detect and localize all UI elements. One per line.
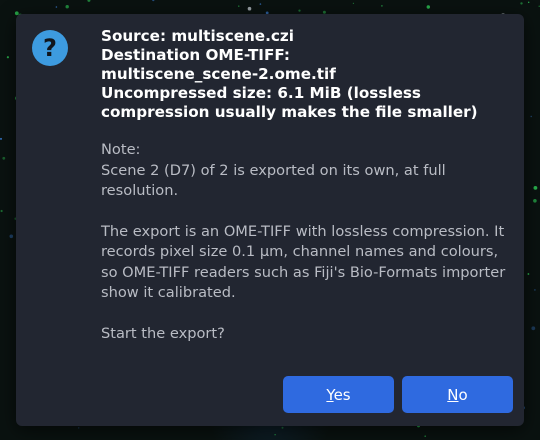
question-icon-glyph: ?	[43, 34, 57, 62]
export-description: The export is an OME-TIFF with lossless …	[101, 222, 506, 302]
note-text: Scene 2 (D7) of 2 is exported on its own…	[101, 161, 446, 200]
source-line: Source: multiscene.czi	[101, 27, 294, 45]
size-line-1: Uncompressed size: 6.1 MiB (lossless	[101, 84, 421, 102]
destination-file: multiscene_scene-2.ome.tif	[101, 65, 336, 83]
no-label-rest: o	[458, 385, 468, 404]
size-line-2: compression usually makes the file small…	[101, 103, 478, 121]
dialog-headline: Source: multiscene.czi Destination OME-T…	[101, 27, 506, 122]
dialog-content: Source: multiscene.czi Destination OME-T…	[101, 27, 506, 364]
yes-label-rest: es	[333, 385, 351, 404]
note-title: Note:	[101, 141, 141, 158]
export-confirm-dialog: ? Source: multiscene.czi Destination OME…	[16, 14, 524, 426]
dialog-buttons: Yes No	[283, 376, 513, 413]
yes-button[interactable]: Yes	[283, 376, 394, 413]
question-icon: ?	[32, 30, 68, 66]
yes-mnemonic: Y	[326, 385, 334, 404]
note-paragraph: Note: Scene 2 (D7) of 2 is exported on i…	[101, 140, 506, 202]
confirm-prompt: Start the export?	[101, 324, 225, 342]
dialog-body: Note: Scene 2 (D7) of 2 is exported on i…	[101, 140, 506, 344]
destination-label: Destination OME-TIFF:	[101, 46, 290, 64]
no-mnemonic: N	[447, 385, 459, 404]
no-button[interactable]: No	[402, 376, 513, 413]
